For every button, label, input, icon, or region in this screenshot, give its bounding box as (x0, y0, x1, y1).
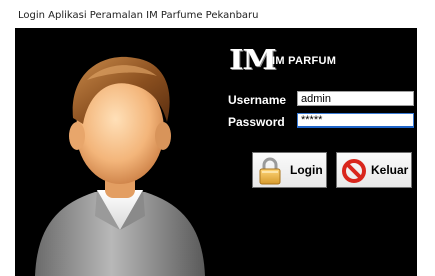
password-label: Password (228, 115, 285, 129)
window-title: Login Aplikasi Peramalan IM Parfume Peka… (18, 10, 259, 21)
keluar-button-label: Keluar (371, 163, 409, 177)
brand-logo: IM IM PARFUM (229, 46, 379, 78)
user-avatar-icon (35, 56, 205, 276)
keluar-button[interactable]: Keluar (336, 152, 412, 188)
logo-text: IM PARFUM (272, 55, 337, 67)
username-input[interactable] (297, 91, 414, 106)
login-panel: IM IM PARFUM Username Password Login Kel… (15, 28, 417, 276)
login-button-label: Login (290, 163, 323, 177)
password-input[interactable] (297, 113, 414, 128)
username-label: Username (228, 93, 287, 107)
login-button[interactable]: Login (252, 152, 327, 188)
prohibited-icon (342, 159, 366, 183)
padlock-icon (259, 157, 281, 185)
window-title-bar: Login Aplikasi Peramalan IM Parfume Peka… (0, 0, 435, 26)
logo-mark: IM (229, 45, 277, 76)
